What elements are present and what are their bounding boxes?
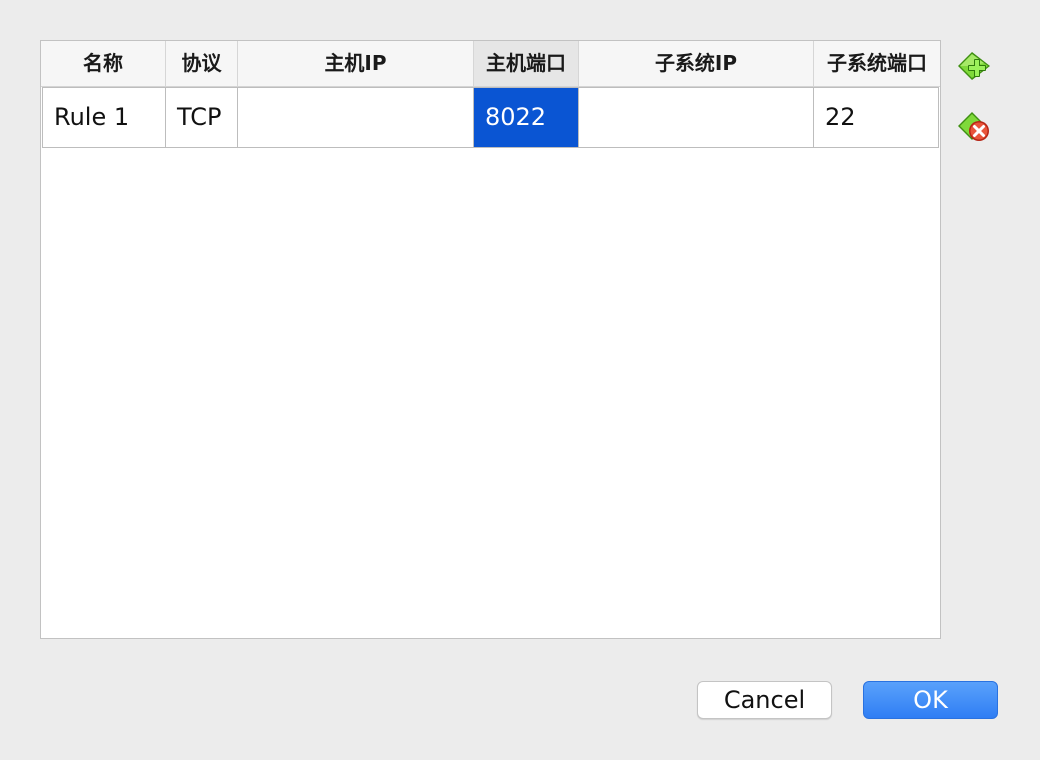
column-header-host-port[interactable]: 主机端口 bbox=[474, 41, 579, 86]
table-row[interactable]: Rule 1 TCP 8022 22 bbox=[42, 87, 939, 148]
ok-button[interactable]: OK bbox=[863, 681, 998, 719]
table-header: 名称 协议 主机IP 主机端口 子系统IP 子系统端口 bbox=[41, 41, 940, 87]
column-header-name[interactable]: 名称 bbox=[41, 41, 166, 86]
cell-host-ip[interactable] bbox=[237, 88, 473, 147]
column-header-protocol[interactable]: 协议 bbox=[166, 41, 238, 86]
cell-guest-ip[interactable] bbox=[578, 88, 813, 147]
add-rule-button[interactable] bbox=[954, 46, 994, 86]
cell-protocol[interactable]: TCP bbox=[165, 88, 237, 147]
column-header-guest-port[interactable]: 子系统端口 bbox=[814, 41, 940, 86]
remove-rule-icon bbox=[958, 112, 989, 141]
remove-rule-button[interactable] bbox=[954, 106, 994, 146]
column-header-guest-ip[interactable]: 子系统IP bbox=[579, 41, 814, 86]
port-forwarding-table: 名称 协议 主机IP 主机端口 子系统IP 子系统端口 Rule 1 TCP 8… bbox=[40, 40, 941, 639]
cell-guest-port[interactable]: 22 bbox=[813, 88, 939, 147]
add-rule-icon bbox=[958, 52, 990, 80]
cancel-button[interactable]: Cancel bbox=[697, 681, 832, 719]
cell-name[interactable]: Rule 1 bbox=[42, 88, 165, 147]
cell-host-port[interactable]: 8022 bbox=[473, 88, 578, 147]
column-header-host-ip[interactable]: 主机IP bbox=[238, 41, 474, 86]
